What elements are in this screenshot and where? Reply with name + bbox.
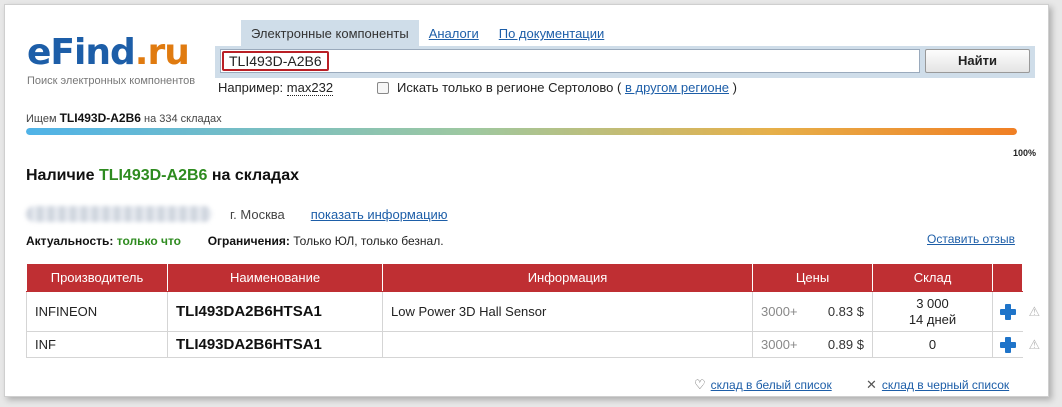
example-link[interactable]: max232 bbox=[286, 80, 334, 96]
cell-stock: 3 000 14 дней bbox=[872, 291, 993, 332]
cell-stock: 0 bbox=[872, 331, 993, 358]
tab-electronic-components[interactable]: Электронные компоненты bbox=[241, 20, 419, 46]
status-prefix: Ищем bbox=[26, 113, 57, 125]
seller-name-blurred bbox=[26, 206, 212, 222]
progress-fill bbox=[26, 128, 1017, 135]
warning-icon[interactable]: ⚠ bbox=[1029, 337, 1041, 352]
search-button[interactable]: Найти bbox=[925, 49, 1030, 73]
availability-suffix: на складах bbox=[211, 167, 299, 184]
cell-manufacturer: INF bbox=[26, 331, 168, 358]
region-checkbox[interactable] bbox=[377, 82, 389, 94]
logo-find: Find bbox=[50, 32, 135, 73]
availability-prefix: Наличие bbox=[26, 167, 95, 184]
show-info-link[interactable]: показать информацию bbox=[311, 207, 448, 222]
region-filter: Искать только в регионе Сертолово ( в др… bbox=[377, 80, 737, 96]
table-row: INFINEON TLI493DA2B6HTSA1 Low Power 3D H… bbox=[26, 291, 1041, 332]
restrictions-value: Только ЮЛ, только безнал. bbox=[293, 234, 444, 248]
stock-qty: 3 000 bbox=[916, 295, 949, 311]
col-spacer bbox=[1022, 263, 1025, 292]
page-frame: eFind.ru Поиск электронных компонентов Э… bbox=[4, 4, 1049, 397]
availability-heading: Наличие TLI493D-A2B6 на складах bbox=[26, 167, 299, 185]
region-paren-close: ) bbox=[732, 80, 737, 95]
heart-icon: ♡ bbox=[694, 377, 706, 392]
region-paren-open: ( bbox=[617, 80, 622, 95]
whitelist-link[interactable]: склад в белый список bbox=[711, 378, 832, 392]
other-region-link[interactable]: в другом регионе bbox=[625, 80, 729, 96]
cell-manufacturer: INFINEON bbox=[26, 291, 168, 332]
price-value: 0.83 $ bbox=[827, 304, 864, 319]
blacklist-action[interactable]: ✕ склад в черный список bbox=[866, 377, 1009, 393]
search-progress-bar bbox=[26, 128, 1017, 135]
col-manufacturer: Производитель bbox=[26, 263, 168, 292]
price-qty: 3000+ bbox=[761, 304, 798, 319]
results-table: Производитель Наименование Информация Це… bbox=[26, 263, 1041, 358]
close-icon: ✕ bbox=[866, 377, 877, 392]
cell-price: 3000+ 0.83 $ bbox=[752, 291, 873, 332]
whitelist-action[interactable]: ♡ склад в белый список bbox=[694, 377, 832, 393]
cell-name[interactable]: TLI493DA2B6HTSA1 bbox=[167, 331, 383, 358]
example-label: Например: bbox=[218, 80, 284, 95]
table-header-row: Производитель Наименование Информация Це… bbox=[26, 263, 1025, 292]
search-input[interactable]: TLI493D-A2B6 bbox=[220, 49, 920, 73]
cell-info bbox=[382, 331, 753, 358]
logo-e: e bbox=[27, 32, 51, 73]
warning-icon[interactable]: ⚠ bbox=[1029, 304, 1041, 319]
status-suffix: на 334 складах bbox=[144, 113, 222, 125]
cell-warn: ⚠ bbox=[1023, 332, 1041, 358]
seller-freshness: Актуальность: только что Ограничения: То… bbox=[26, 234, 444, 248]
logo-ru: ru bbox=[147, 32, 189, 73]
search-status: Ищем TLI493D-A2B6 на 334 складах bbox=[26, 111, 222, 125]
restrictions-label: Ограничения: bbox=[207, 234, 290, 248]
leave-review-link[interactable]: Оставить отзыв bbox=[927, 232, 1015, 246]
col-info: Информация bbox=[382, 263, 753, 292]
tab-analogs[interactable]: Аналоги bbox=[419, 26, 489, 46]
search-bar: TLI493D-A2B6 Найти bbox=[215, 46, 1035, 78]
seller-row: г. Москва показать информацию bbox=[26, 205, 448, 223]
search-query: TLI493D-A2B6 bbox=[222, 51, 329, 71]
logo-dot: . bbox=[134, 32, 149, 73]
tab-documentation[interactable]: По документации bbox=[489, 26, 615, 46]
search-tabs: Электронные компоненты Аналоги По докуме… bbox=[241, 20, 614, 46]
cell-name[interactable]: TLI493DA2B6HTSA1 bbox=[167, 291, 383, 332]
freshness-value: только что bbox=[116, 234, 182, 248]
freshness-label: Актуальность: bbox=[26, 234, 114, 248]
stock-qty: 0 bbox=[928, 336, 937, 352]
price-value: 0.89 $ bbox=[827, 337, 864, 352]
add-to-cart-icon[interactable] bbox=[999, 336, 1016, 353]
logo-subtitle: Поиск электронных компонентов bbox=[27, 75, 196, 87]
progress-percent: 100% bbox=[1013, 148, 1037, 158]
seller-city: г. Москва bbox=[230, 206, 285, 222]
search-example: Например: max232 bbox=[218, 80, 334, 96]
region-checkbox-label: Искать только в регионе Сертолово bbox=[397, 80, 614, 95]
col-price: Цены bbox=[752, 263, 873, 292]
col-stock: Склад bbox=[872, 263, 993, 292]
efind-logo[interactable]: eFind.ru bbox=[27, 32, 190, 73]
blacklist-link[interactable]: склад в черный список bbox=[882, 378, 1009, 392]
price-qty: 3000+ bbox=[761, 337, 798, 352]
col-actions bbox=[992, 263, 1023, 292]
cell-add bbox=[992, 291, 1023, 332]
cell-add bbox=[992, 331, 1023, 358]
availability-part: TLI493D-A2B6 bbox=[98, 167, 208, 184]
cell-info: Low Power 3D Hall Sensor bbox=[382, 291, 753, 332]
table-row: INF TLI493DA2B6HTSA1 3000+ 0.89 $ 0 ⚠ bbox=[26, 331, 1041, 358]
stock-note: 14 дней bbox=[908, 311, 957, 327]
cell-warn: ⚠ bbox=[1023, 292, 1041, 332]
add-to-cart-icon[interactable] bbox=[999, 303, 1016, 320]
col-name: Наименование bbox=[167, 263, 383, 292]
cell-price: 3000+ 0.89 $ bbox=[752, 331, 873, 358]
status-part: TLI493D-A2B6 bbox=[59, 111, 141, 125]
